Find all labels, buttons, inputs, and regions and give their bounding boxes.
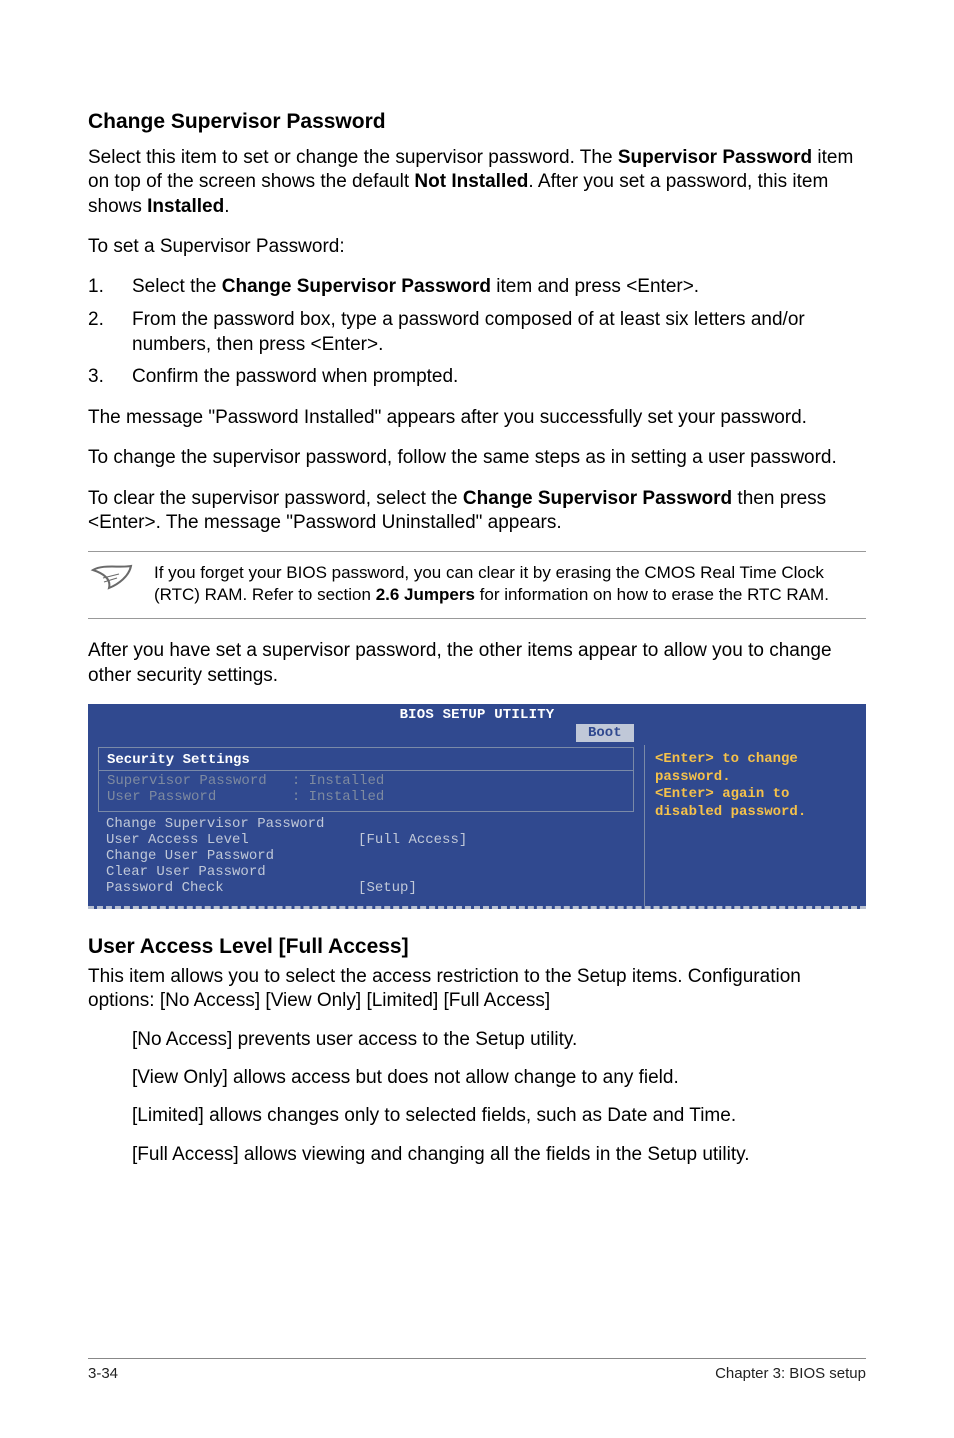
bios-help-text: <Enter> to change password. <Enter> agai… — [655, 751, 856, 821]
list-item: 2. From the password box, type a passwor… — [88, 308, 866, 357]
heading-change-supervisor: Change Supervisor Password — [88, 110, 866, 134]
text: item and press <Enter>. — [491, 276, 699, 297]
paragraph: To set a Supervisor Password: — [88, 235, 866, 259]
text-bold: 2.6 Jumpers — [376, 585, 475, 604]
page-footer: 3-34 Chapter 3: BIOS setup — [88, 1358, 866, 1382]
list-text: Select the Change Supervisor Password it… — [132, 275, 866, 300]
list-text: Confirm the password when prompted. — [132, 365, 866, 390]
numbered-list: 1. Select the Change Supervisor Password… — [88, 275, 866, 390]
paragraph: After you have set a supervisor password… — [88, 639, 866, 688]
option-text: [Full Access] allows viewing and changin… — [132, 1143, 866, 1167]
note-callout: If you forget your BIOS password, you ca… — [88, 551, 866, 619]
bios-menu-item: Password Check [Setup] — [106, 880, 626, 896]
paragraph: To clear the supervisor password, select… — [88, 487, 866, 536]
text-bold: Supervisor Password — [618, 147, 812, 168]
bios-screenshot: BIOS SETUP UTILITY Boot Security Setting… — [88, 704, 866, 909]
option-text: [Limited] allows changes only to selecte… — [132, 1104, 866, 1128]
note-text: If you forget your BIOS password, you ca… — [154, 562, 866, 606]
bios-tab-boot: Boot — [576, 724, 634, 742]
paragraph: This item allows you to select the acces… — [88, 965, 866, 1014]
bios-section-title: Security Settings — [99, 748, 633, 770]
list-text: From the password box, type a password c… — [132, 308, 866, 357]
list-number: 1. — [88, 275, 132, 300]
text: Select this item to set or change the su… — [88, 147, 618, 168]
bios-menu-item: Change Supervisor Password — [106, 816, 626, 832]
list-item: 1. Select the Change Supervisor Password… — [88, 275, 866, 300]
list-item: 3. Confirm the password when prompted. — [88, 365, 866, 390]
text-bold: Change Supervisor Password — [463, 488, 732, 509]
paragraph: To change the supervisor password, follo… — [88, 446, 866, 470]
bios-left-panel: Security Settings Supervisor Password : … — [88, 745, 644, 906]
bios-menu-item: User Access Level [Full Access] — [106, 832, 626, 848]
heading-user-access-level: User Access Level [Full Access] — [88, 935, 866, 959]
text: To clear the supervisor password, select… — [88, 488, 463, 509]
text: for information on how to erase the RTC … — [475, 585, 829, 604]
paragraph: The message "Password Installed" appears… — [88, 406, 866, 430]
options-block: [No Access] prevents user access to the … — [88, 1028, 866, 1167]
text-bold: Installed — [147, 196, 224, 217]
option-text: [View Only] allows access but does not a… — [132, 1066, 866, 1090]
text-bold: Not Installed — [414, 171, 528, 192]
list-number: 2. — [88, 308, 132, 357]
bios-help-panel: <Enter> to change password. <Enter> agai… — [644, 745, 866, 906]
text: Select the — [132, 276, 222, 297]
bios-title: BIOS SETUP UTILITY — [88, 704, 866, 724]
bios-menu-item: Change User Password — [106, 848, 626, 864]
paragraph: Select this item to set or change the su… — [88, 146, 866, 219]
note-icon — [88, 562, 136, 606]
text: . — [224, 196, 229, 217]
bios-menu-item: Clear User Password — [106, 864, 626, 880]
list-number: 3. — [88, 365, 132, 390]
bios-status-row: User Password : Installed — [107, 789, 625, 805]
page-number: 3-34 — [88, 1365, 118, 1382]
bios-tab-bar: Boot — [88, 724, 866, 745]
chapter-title: Chapter 3: BIOS setup — [715, 1365, 866, 1382]
bios-status-row: Supervisor Password : Installed — [107, 773, 625, 789]
option-text: [No Access] prevents user access to the … — [132, 1028, 866, 1052]
text-bold: Change Supervisor Password — [222, 276, 491, 297]
